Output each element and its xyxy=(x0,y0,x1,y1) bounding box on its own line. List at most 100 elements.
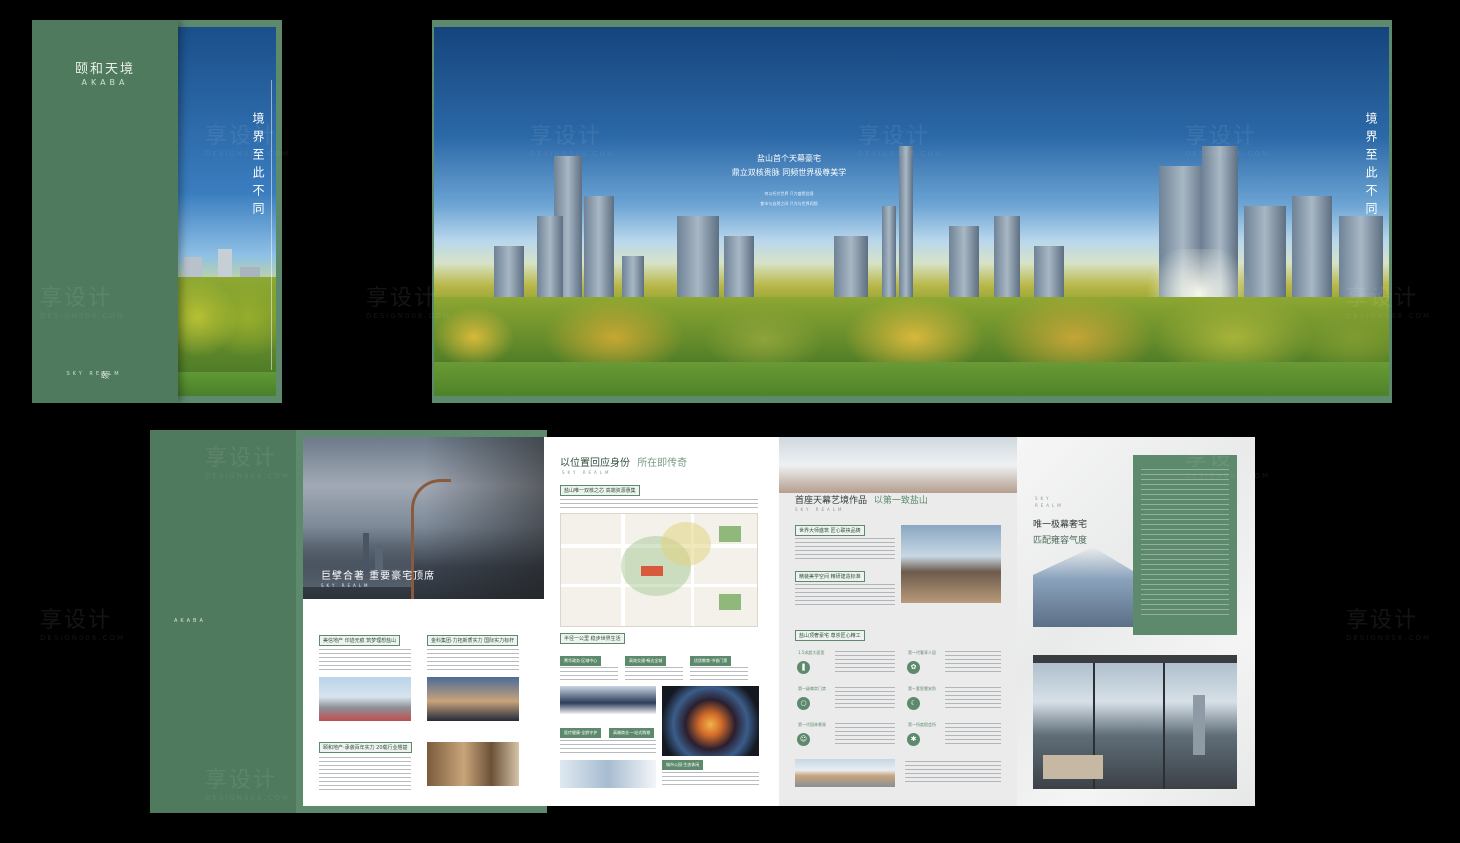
map-zone xyxy=(661,522,711,566)
page3-icon-label: 第一套智慧安防 xyxy=(908,686,936,691)
cover-logo-cn: 颐和天境 xyxy=(74,62,135,77)
page2-body-text xyxy=(625,667,683,683)
page1-tag: 颐和地产·承袭百年实力 20载行业翘楚 xyxy=(319,742,412,753)
page1-tag: 美信地产 印迹无痕 筑梦理想盐山 xyxy=(319,635,401,646)
page2-photo-traffic xyxy=(662,686,759,756)
watermark-en: DESIGN006.COM xyxy=(205,150,291,158)
page4-subtitle: 匹配雍容气度 xyxy=(1033,536,1088,546)
page3-body-text xyxy=(945,723,1001,745)
watermark: 享设计 DESIGN006.COM xyxy=(40,280,125,320)
page2-small-tag: 高效交通·畅达全城 xyxy=(625,656,667,666)
watermark: 享设计 DESIGN006.COM xyxy=(40,602,125,642)
page4-title: 唯一极幕奢宅 xyxy=(1033,520,1088,530)
map-park xyxy=(719,526,741,542)
page1-tag: 金科集团·力拓新质实力 国际实力标杆 xyxy=(427,635,519,646)
watermark: 享设计 DESIGN006.COM xyxy=(1185,440,1270,480)
page2-title-en: SKY REALM xyxy=(562,470,612,475)
watermark-en: DESIGN006.COM xyxy=(40,312,126,320)
page3-body-text xyxy=(795,538,895,562)
banner-lawn xyxy=(434,362,1389,396)
page4-panel-text xyxy=(1141,469,1229,619)
watermark-en: DESIGN006.COM xyxy=(205,472,291,480)
watermark-cn: 享设计 xyxy=(40,286,113,311)
page3-body-text xyxy=(945,687,1001,709)
page3-title-accent: 以第一致盐山 xyxy=(873,496,928,506)
banner-photo: 盐山首个天幕豪宅 鼎立双核贵脉 同频世界极尊美学 何以托付世界 只为盛赞此境 都… xyxy=(434,27,1389,396)
watermark-en: DESIGN006.COM xyxy=(1346,634,1432,642)
page2-location-map xyxy=(560,513,758,627)
page3-body-text xyxy=(835,687,895,709)
page3-icon-label: 1.5米超大面宽 xyxy=(798,650,825,655)
page2-title: 以位置回应身份 所在即传奇 xyxy=(560,454,687,469)
cover-trees xyxy=(178,277,276,377)
page3-body-text xyxy=(945,651,1001,673)
page2-tag: 半径一公里 稳步世界生活 xyxy=(560,633,625,644)
watermark: 享设计 DESIGN006.COM xyxy=(366,280,451,320)
watermark-cn: 享设计 xyxy=(205,768,278,793)
page2-body-text xyxy=(690,667,748,683)
watermark-en: DESIGN006.COM xyxy=(40,634,126,642)
brochure-page-3: 首座天幕艺境作品 以第一致盐山 SKY REALM 世界大师盛筑 匠心联袂品铸 … xyxy=(779,437,1017,806)
banner-tower xyxy=(899,146,913,316)
brochure-page-1: 巨擘合著 重要豪宅顶席 SKY REALM 美信地产 印迹无痕 筑梦理想盐山 金… xyxy=(303,437,544,806)
watermark: 享设计 DESIGN006.COM xyxy=(858,118,943,158)
watermark: 享设计 DESIGN006.COM xyxy=(205,440,290,480)
page2-small-tag: 城市公园·生态休闲 xyxy=(662,760,704,770)
cover-flap: 颐和天境 AKABA 颐 xyxy=(32,20,178,403)
page2-small-tag: 医疗健康·全龄守护 xyxy=(560,728,602,738)
page1-body-text xyxy=(427,649,519,673)
page2-photo-medical xyxy=(560,760,656,788)
lower-flap-text: AKABA xyxy=(174,618,206,624)
banner-title: 盐山首个天幕豪宅 xyxy=(757,154,821,163)
watermark-en: DESIGN006.COM xyxy=(1185,472,1271,480)
page2-body-text xyxy=(560,667,618,683)
watermark-cn: 享设计 xyxy=(1346,608,1419,633)
page2-small-tag: 高端商业·一站式购物 xyxy=(609,728,655,738)
watermark-cn: 享设计 xyxy=(1346,286,1419,311)
page4-sofa xyxy=(1043,755,1103,779)
banner-trees xyxy=(434,297,1389,367)
page1-photo xyxy=(319,677,411,721)
watermark: 享设计 DESIGN006.COM xyxy=(205,762,290,802)
watermark-en: DESIGN006.COM xyxy=(205,794,291,802)
page3-tag: 精装美学空间 精研建造标准 xyxy=(795,571,865,582)
page3-top-photo xyxy=(779,437,1017,493)
page2-photo-students xyxy=(560,686,656,714)
page3-icon-label: 第一代园林景观 xyxy=(798,722,826,727)
page1-photo xyxy=(427,677,519,721)
watermark-en: DESIGN006.COM xyxy=(530,150,616,158)
page3-tag: 世界大师盛筑 匠心联袂品铸 xyxy=(795,525,865,536)
watermark: 享设计 DESIGN006.COM xyxy=(205,118,290,158)
banner-line: 都市与自然之间 只为与世界同频 xyxy=(760,201,818,206)
banner-subtitle: 鼎立双核贵脉 同频世界极尊美学 xyxy=(731,168,847,177)
watermark-en: DESIGN006.COM xyxy=(366,312,452,320)
page1-hero-photo: 巨擘合著 重要豪宅顶席 SKY REALM xyxy=(303,437,544,599)
page2-body-text xyxy=(662,772,759,788)
page1-body-text xyxy=(319,649,411,673)
watermark-en: DESIGN006.COM xyxy=(1346,312,1432,320)
brochure-page-2: 以位置回应身份 所在即传奇 SKY REALM 盐山唯一双核之芯 高端资源惠集 … xyxy=(544,437,779,806)
watermark: 享设计 DESIGN006.COM xyxy=(1185,118,1270,158)
flower-icon: ✿ xyxy=(907,661,920,674)
cover-logo-en: AKABA xyxy=(81,78,129,87)
page2-title-main: 以位置回应身份 xyxy=(560,458,630,469)
page3-icon-label: 第一所度假会所 xyxy=(908,722,936,727)
page2-title-accent: 所在即传奇 xyxy=(637,458,688,469)
watermark: 享设计 DESIGN006.COM xyxy=(530,118,615,158)
map-site-marker xyxy=(641,566,663,576)
page3-title: 首座天幕艺境作品 以第一致盐山 xyxy=(795,493,928,506)
watermark-cn: 享设计 xyxy=(205,124,278,149)
watermark-cn: 享设计 xyxy=(366,286,439,311)
page3-body-text xyxy=(795,584,895,608)
watermark-en: DESIGN006.COM xyxy=(1185,150,1271,158)
brochure-page-4: SKY REALM 唯一极幕奢宅 匹配雍容气度 xyxy=(1017,437,1255,806)
page1-headline: 巨擘合著 重要豪宅顶席 xyxy=(321,571,436,582)
page4-building-illustration xyxy=(1033,547,1133,627)
cover-footer-en: SKY REALM xyxy=(66,371,122,377)
watermark-cn: 享设计 xyxy=(1185,124,1258,149)
watermark-cn: 享设计 xyxy=(205,446,278,471)
page4-title-en: SKY REALM xyxy=(1035,496,1064,508)
pause-icon: ❚ xyxy=(797,661,810,674)
page3-title-main: 首座天幕艺境作品 xyxy=(795,496,868,506)
page3-body-text xyxy=(835,651,895,673)
